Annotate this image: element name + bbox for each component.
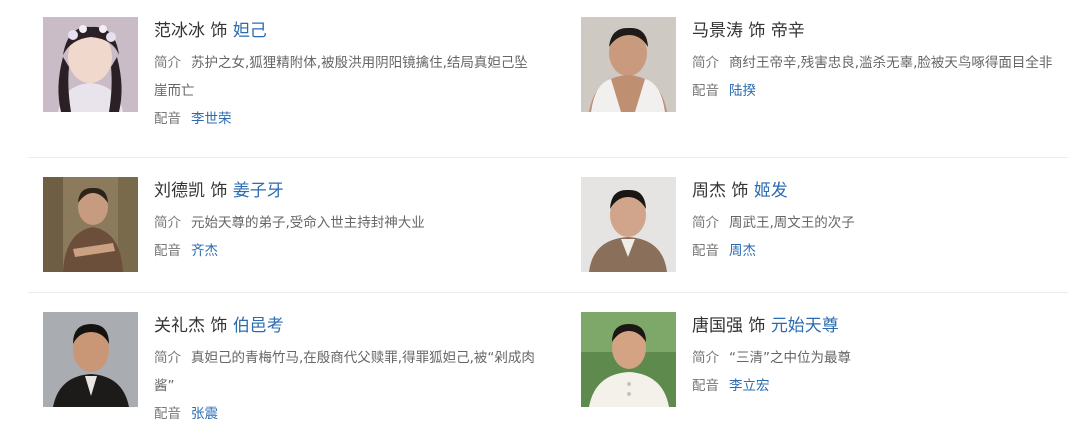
voice-actor-link[interactable]: 周杰: [729, 243, 756, 259]
cast-card[interactable]: 马景涛 饰 帝辛 简介 商纣王帝辛,残害忠良,滥杀无辜,脸被天鸟啄得面目全非 配音…: [581, 17, 1080, 137]
dubbing: 配音 李世荣: [154, 105, 539, 133]
intro: 简介 苏护之女,狐狸精附体,被殷洪用阴阳镜擒住,结局真妲己坠崖而亡: [154, 49, 539, 105]
dubbing: 配音 李立宏: [692, 372, 1077, 400]
cast-info: 刘德凯 饰 姜子牙 简介 元始天尊的弟子,受命入世主持封神大业 配音 齐杰: [154, 177, 539, 265]
intro-label: 简介: [692, 55, 719, 71]
voice-actor-link[interactable]: 李世荣: [191, 111, 232, 127]
actor-role-line: 周杰 饰 姬发: [692, 177, 1077, 205]
cast-card[interactable]: 刘德凯 饰 姜子牙 简介 元始天尊的弟子,受命入世主持封神大业 配音 齐杰: [43, 177, 543, 297]
dubbing: 配音 周杰: [692, 237, 1077, 265]
actor-role-line: 刘德凯 饰 姜子牙: [154, 177, 539, 205]
intro: 简介 元始天尊的弟子,受命入世主持封神大业: [154, 209, 539, 237]
actor-name[interactable]: 范冰冰: [154, 21, 205, 41]
cast-card[interactable]: 关礼杰 饰 伯邑考 简介 真妲己的青梅竹马,在殷商代父赎罪,得罪狐妲己,被“剁成肉…: [43, 312, 543, 432]
actor-name[interactable]: 关礼杰: [154, 316, 205, 336]
actor-role-line: 范冰冰 饰 妲己: [154, 17, 539, 45]
role-name[interactable]: 元始天尊: [771, 316, 839, 336]
cast-info: 马景涛 饰 帝辛 简介 商纣王帝辛,残害忠良,滥杀无辜,脸被天鸟啄得面目全非 配音…: [692, 17, 1077, 105]
intro-label: 简介: [692, 215, 719, 231]
intro: 简介 商纣王帝辛,残害忠良,滥杀无辜,脸被天鸟啄得面目全非: [692, 49, 1077, 77]
row-divider: [28, 292, 1068, 293]
role-name[interactable]: 姬发: [754, 181, 788, 201]
intro-text: 周武王,周文王的次子: [729, 215, 855, 231]
verb: 饰: [210, 181, 228, 201]
actor-name[interactable]: 刘德凯: [154, 181, 205, 201]
cast-info: 周杰 饰 姬发 简介 周武王,周文王的次子 配音 周杰: [692, 177, 1077, 265]
intro-text: “三清”之中位为最尊: [729, 350, 851, 366]
intro-text: 元始天尊的弟子,受命入世主持封神大业: [191, 215, 425, 231]
voice-actor-link[interactable]: 齐杰: [191, 243, 218, 259]
actor-name[interactable]: 唐国强: [692, 316, 743, 336]
intro-label: 简介: [154, 350, 181, 366]
intro-label: 简介: [154, 215, 181, 231]
cast-info: 范冰冰 饰 妲己 简介 苏护之女,狐狸精附体,被殷洪用阴阳镜擒住,结局真妲己坠崖而…: [154, 17, 539, 133]
row-divider: [28, 157, 1068, 158]
actor-photo[interactable]: [43, 312, 138, 407]
role-name[interactable]: 伯邑考: [233, 316, 284, 336]
voice-actor-link[interactable]: 张震: [191, 406, 218, 422]
intro-label: 简介: [154, 55, 181, 71]
intro: 简介 “三清”之中位为最尊: [692, 344, 1077, 372]
intro: 简介 周武王,周文王的次子: [692, 209, 1077, 237]
actor-photo[interactable]: [43, 17, 138, 112]
cast-card[interactable]: 周杰 饰 姬发 简介 周武王,周文王的次子 配音 周杰: [581, 177, 1080, 297]
verb: 饰: [210, 21, 228, 41]
actor-photo[interactable]: [581, 177, 676, 272]
dub-label: 配音: [154, 243, 181, 259]
actor-role-line: 关礼杰 饰 伯邑考: [154, 312, 539, 340]
role-name[interactable]: 姜子牙: [233, 181, 284, 201]
actor-name[interactable]: 马景涛: [692, 21, 743, 41]
role-name[interactable]: 帝辛: [771, 21, 805, 41]
actor-photo[interactable]: [581, 17, 676, 112]
verb: 饰: [748, 21, 766, 41]
actor-name[interactable]: 周杰: [692, 181, 726, 201]
dubbing: 配音 张震: [154, 400, 539, 428]
actor-role-line: 唐国强 饰 元始天尊: [692, 312, 1077, 340]
intro-text: 商纣王帝辛,残害忠良,滥杀无辜,脸被天鸟啄得面目全非: [729, 55, 1053, 71]
actor-photo[interactable]: [43, 177, 138, 272]
cast-info: 关礼杰 饰 伯邑考 简介 真妲己的青梅竹马,在殷商代父赎罪,得罪狐妲己,被“剁成肉…: [154, 312, 539, 428]
dub-label: 配音: [692, 83, 719, 99]
cast-list: 范冰冰 饰 妲己 简介 苏护之女,狐狸精附体,被殷洪用阴阳镜擒住,结局真妲己坠崖而…: [0, 0, 1080, 435]
intro: 简介 真妲己的青梅竹马,在殷商代父赎罪,得罪狐妲己,被“剁成肉酱”: [154, 344, 539, 400]
dubbing: 配音 陆揆: [692, 77, 1077, 105]
dub-label: 配音: [692, 243, 719, 259]
intro-label: 简介: [692, 350, 719, 366]
dubbing: 配音 齐杰: [154, 237, 539, 265]
dub-label: 配音: [154, 406, 181, 422]
voice-actor-link[interactable]: 陆揆: [729, 83, 756, 99]
dub-label: 配音: [692, 378, 719, 394]
dub-label: 配音: [154, 111, 181, 127]
verb: 饰: [210, 316, 228, 336]
cast-card[interactable]: 唐国强 饰 元始天尊 简介 “三清”之中位为最尊 配音 李立宏: [581, 312, 1080, 432]
cast-card[interactable]: 范冰冰 饰 妲己 简介 苏护之女,狐狸精附体,被殷洪用阴阳镜擒住,结局真妲己坠崖而…: [43, 17, 543, 137]
intro-text: 真妲己的青梅竹马,在殷商代父赎罪,得罪狐妲己,被“剁成肉酱”: [154, 350, 535, 394]
role-name[interactable]: 妲己: [233, 21, 267, 41]
voice-actor-link[interactable]: 李立宏: [729, 378, 770, 394]
actor-photo[interactable]: [581, 312, 676, 407]
verb: 饰: [731, 181, 749, 201]
actor-role-line: 马景涛 饰 帝辛: [692, 17, 1077, 45]
intro-text: 苏护之女,狐狸精附体,被殷洪用阴阳镜擒住,结局真妲己坠崖而亡: [154, 55, 528, 99]
verb: 饰: [748, 316, 766, 336]
cast-info: 唐国强 饰 元始天尊 简介 “三清”之中位为最尊 配音 李立宏: [692, 312, 1077, 400]
